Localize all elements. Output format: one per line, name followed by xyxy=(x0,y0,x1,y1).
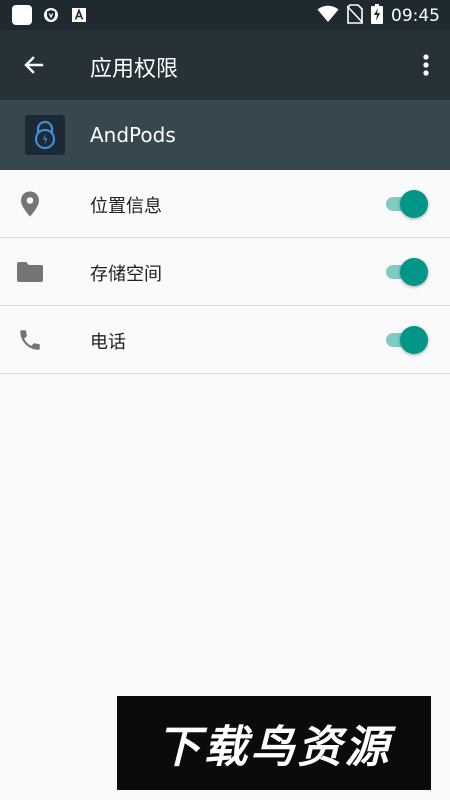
app-permissions-screen: 09:45 应用权限 AndPods 位置信息 存储空间 电话 下载鸟资源 xyxy=(0,0,450,800)
no-sim-icon xyxy=(346,4,364,28)
arrow-left-icon xyxy=(24,56,44,74)
permission-list: 位置信息 存储空间 电话 xyxy=(0,170,450,374)
status-bar-left xyxy=(12,5,88,25)
storage-toggle[interactable] xyxy=(384,258,428,286)
phone-toggle[interactable] xyxy=(384,326,428,354)
status-time: 09:45 xyxy=(391,6,440,26)
permission-row-phone[interactable]: 电话 xyxy=(0,306,450,374)
watermark-text: 下载鸟资源 xyxy=(156,722,392,773)
location-pin-icon xyxy=(16,190,44,218)
notification-square-icon xyxy=(12,5,32,25)
more-options-button[interactable] xyxy=(416,47,436,83)
font-a-icon xyxy=(70,6,88,24)
shield-icon xyxy=(42,6,60,24)
status-bar-right: 09:45 xyxy=(317,4,440,28)
toolbar: 应用权限 xyxy=(0,30,450,100)
more-vert-icon xyxy=(423,54,429,76)
app-header: AndPods xyxy=(0,100,450,170)
permission-label: 存储空间 xyxy=(90,264,162,285)
battery-charging-icon xyxy=(371,4,383,28)
permission-label: 电话 xyxy=(90,332,126,353)
wifi-icon xyxy=(317,5,339,27)
toggle-thumb xyxy=(400,326,428,354)
permission-row-storage[interactable]: 存储空间 xyxy=(0,238,450,306)
permission-label: 位置信息 xyxy=(90,196,162,217)
permission-row-location[interactable]: 位置信息 xyxy=(0,170,450,238)
app-name: AndPods xyxy=(90,123,176,147)
location-toggle[interactable] xyxy=(384,190,428,218)
folder-icon xyxy=(16,258,44,286)
watermark-banner: 下载鸟资源 xyxy=(117,696,431,790)
back-button[interactable] xyxy=(16,47,52,83)
toggle-thumb xyxy=(400,258,428,286)
status-bar: 09:45 xyxy=(0,0,450,30)
page-title: 应用权限 xyxy=(90,57,179,82)
app-logo-icon xyxy=(25,115,65,155)
toggle-thumb xyxy=(400,190,428,218)
phone-icon xyxy=(16,326,44,354)
